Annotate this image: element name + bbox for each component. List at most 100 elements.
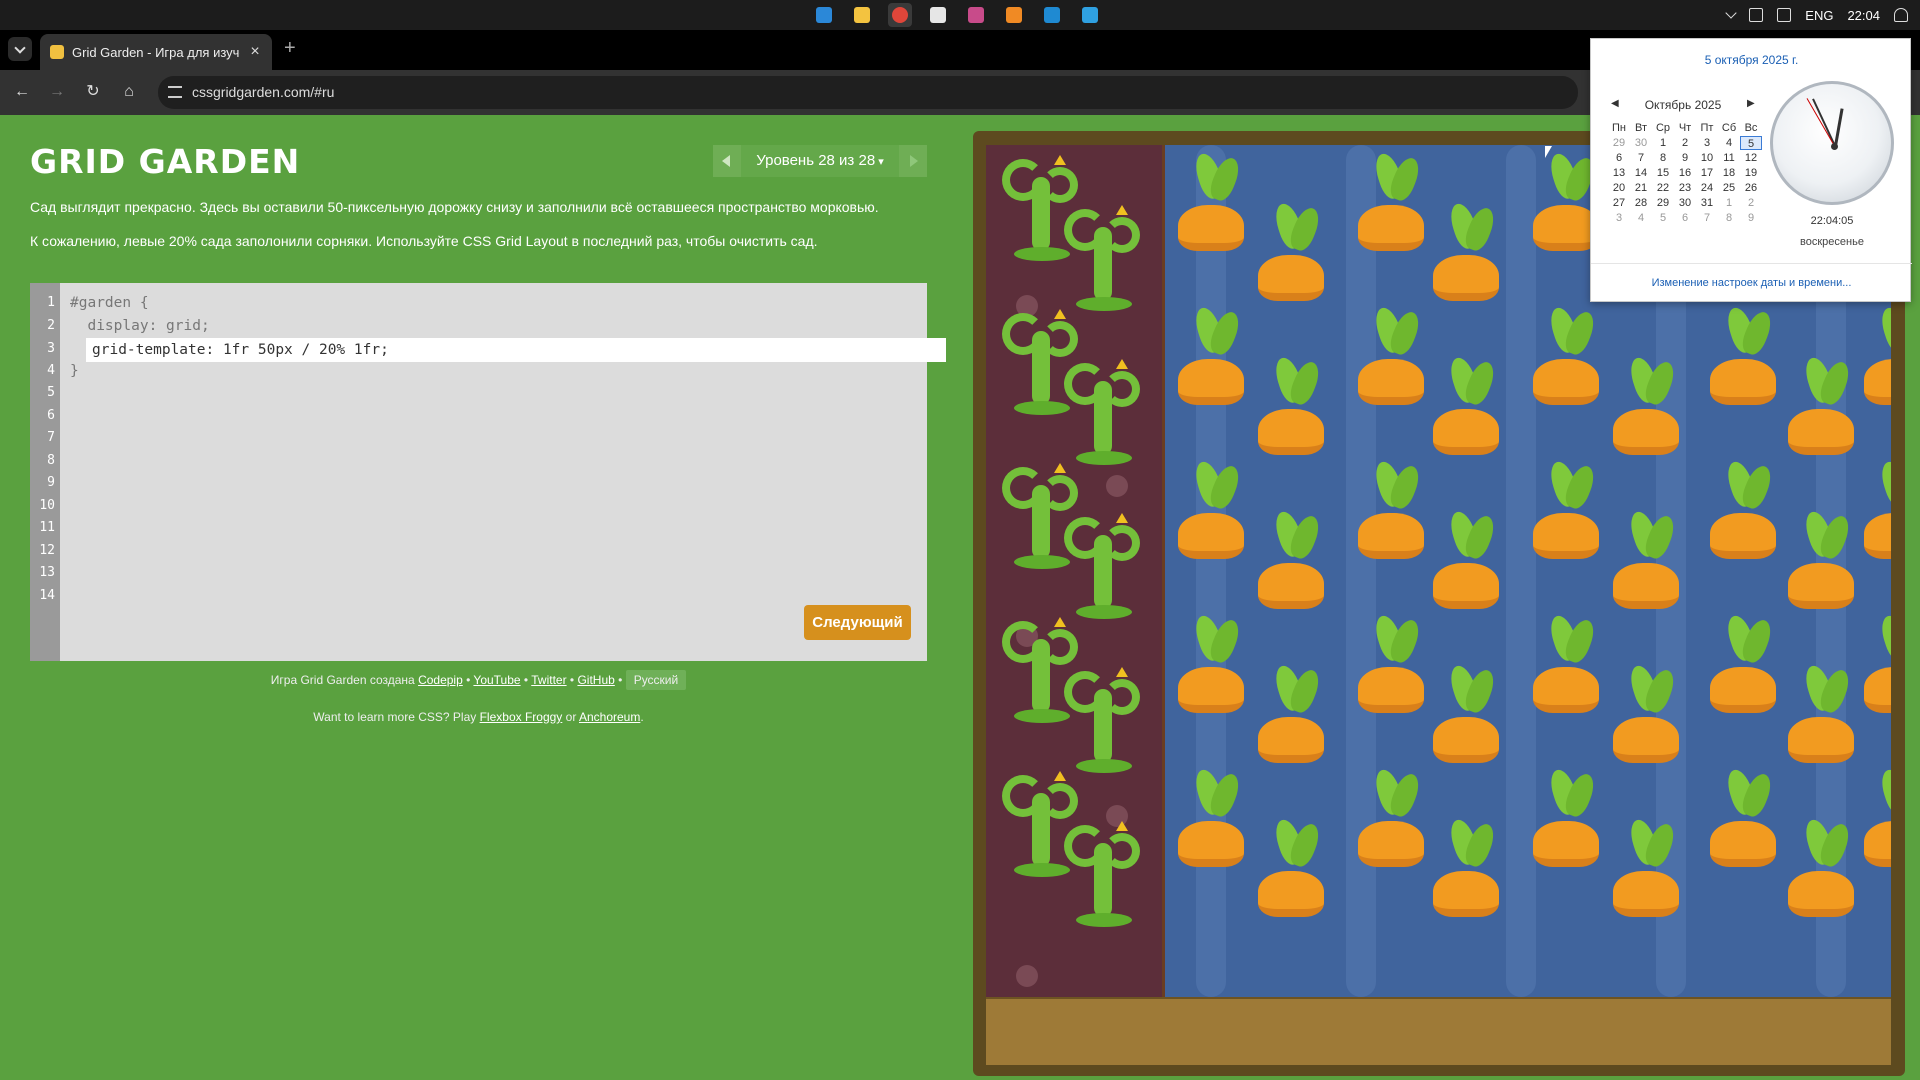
calendar-day[interactable]: 6: [1608, 151, 1630, 165]
calendar-day[interactable]: 8: [1652, 151, 1674, 165]
network-icon[interactable]: [1777, 8, 1792, 22]
youtube-link[interactable]: YouTube: [473, 673, 520, 687]
calendar-day[interactable]: 16: [1674, 166, 1696, 180]
shield-app-icon[interactable]: [926, 3, 950, 27]
tab-search-button[interactable]: [8, 37, 32, 61]
css-code-input[interactable]: [86, 338, 946, 362]
line-number: 14: [39, 588, 55, 603]
calendar-day[interactable]: 29: [1608, 136, 1630, 150]
calendar-day[interactable]: 2: [1674, 136, 1696, 150]
carrot: [1256, 200, 1326, 313]
calendar-day[interactable]: 7: [1696, 211, 1718, 225]
calendar-day[interactable]: 30: [1674, 196, 1696, 210]
calendar-day[interactable]: 12: [1740, 151, 1762, 165]
notification-bell-icon[interactable]: [1894, 8, 1908, 22]
calendar-day[interactable]: 25: [1718, 181, 1740, 195]
instruction-paragraph-1: Сад выглядит прекрасно. Здесь вы оставил…: [30, 199, 879, 215]
file-explorer-icon[interactable]: [850, 3, 874, 27]
calendar-month[interactable]: Октябрь 2025: [1609, 98, 1757, 112]
flexbox-froggy-link[interactable]: Flexbox Froggy: [480, 710, 563, 724]
site-info-icon[interactable]: [168, 86, 182, 98]
calendar-day[interactable]: 27: [1608, 196, 1630, 210]
date-time-settings-link[interactable]: Изменение настроек даты и времени...: [1591, 277, 1912, 289]
calendar-day[interactable]: 14: [1630, 166, 1652, 180]
calendar-day[interactable]: 5: [1652, 211, 1674, 225]
calendar-day[interactable]: 15: [1652, 166, 1674, 180]
carrot: [1356, 458, 1426, 571]
weekday-header: Ср: [1655, 122, 1671, 134]
line-number: 7: [47, 430, 55, 445]
anchoreum-link[interactable]: Anchoreum: [579, 710, 640, 724]
level-selector[interactable]: Уровень 28 из 28: [741, 145, 899, 177]
carrot: [1176, 612, 1246, 725]
calendar-day[interactable]: 1: [1718, 196, 1740, 210]
calendar-day[interactable]: 5: [1740, 136, 1762, 150]
next-level-button[interactable]: Следующий: [804, 605, 911, 640]
github-link[interactable]: GitHub: [577, 673, 614, 687]
calendar-day[interactable]: 9: [1740, 211, 1762, 225]
reload-icon[interactable]: ↻: [83, 82, 103, 102]
speaker-muted-icon[interactable]: [1749, 8, 1764, 22]
calendar-day[interactable]: 2: [1740, 196, 1762, 210]
tab-grid-garden[interactable]: Grid Garden - Игра для изучения CSS Grid…: [40, 34, 272, 70]
calendar-day[interactable]: 22: [1652, 181, 1674, 195]
calendar-day[interactable]: 18: [1718, 166, 1740, 180]
chrome-icon[interactable]: [888, 3, 912, 27]
divider: [1591, 263, 1912, 264]
show-hidden-icons-icon[interactable]: [1725, 7, 1737, 19]
next-month-icon[interactable]: ▶: [1747, 98, 1755, 109]
language-indicator[interactable]: ENG: [1805, 8, 1833, 23]
line-number: 6: [47, 408, 55, 423]
calendar-day[interactable]: 19: [1740, 166, 1762, 180]
carrot: [1531, 612, 1601, 725]
calendar-day[interactable]: 3: [1696, 136, 1718, 150]
grid-app-icon[interactable]: [964, 3, 988, 27]
calendar-day[interactable]: 10: [1696, 151, 1718, 165]
close-tab-icon[interactable]: ×: [248, 44, 262, 60]
carrot: [1611, 508, 1681, 621]
calendar-day[interactable]: 20: [1608, 181, 1630, 195]
calendar-day[interactable]: 11: [1718, 151, 1740, 165]
calendar-day[interactable]: 13: [1608, 166, 1630, 180]
codepip-link[interactable]: Codepip: [418, 673, 463, 687]
new-tab-button[interactable]: +: [284, 38, 296, 58]
previous-level-button[interactable]: [713, 145, 741, 177]
weekday-header: Пт: [1700, 122, 1714, 134]
calendar-day[interactable]: 28: [1630, 196, 1652, 210]
calendar-day[interactable]: 17: [1696, 166, 1718, 180]
calendar-day[interactable]: 9: [1674, 151, 1696, 165]
calendar-day[interactable]: 1: [1652, 136, 1674, 150]
carrot: [1862, 304, 1891, 417]
full-date-link[interactable]: 5 октября 2025 г.: [1591, 53, 1912, 67]
weekday-header: Вс: [1744, 122, 1758, 134]
next-level-arrow-button[interactable]: [899, 145, 927, 177]
learn-more: Want to learn more CSS? Play Flexbox Fro…: [30, 710, 927, 724]
calendar-day[interactable]: 7: [1630, 151, 1652, 165]
calendar-day[interactable]: 4: [1630, 211, 1652, 225]
calendar-day[interactable]: 21: [1630, 181, 1652, 195]
back-arrow-icon[interactable]: ←: [12, 82, 32, 102]
home-icon[interactable]: ⌂: [119, 82, 139, 102]
twitter-link[interactable]: Twitter: [531, 673, 566, 687]
calendar-day[interactable]: 4: [1718, 136, 1740, 150]
calendar-day[interactable]: 31: [1696, 196, 1718, 210]
forward-arrow-icon[interactable]: →: [47, 82, 67, 102]
sublime-icon[interactable]: [1002, 3, 1026, 27]
calendar-day[interactable]: 23: [1674, 181, 1696, 195]
calendar-day[interactable]: 29: [1652, 196, 1674, 210]
address-bar[interactable]: cssgridgarden.com/#ru: [158, 76, 1578, 109]
carrot: [1256, 354, 1326, 467]
carrot: [1786, 816, 1856, 929]
calendar-day[interactable]: 30: [1630, 136, 1652, 150]
calendar-day[interactable]: 3: [1608, 211, 1630, 225]
calendar-day[interactable]: 8: [1718, 211, 1740, 225]
taskbar-clock[interactable]: 22:04: [1847, 8, 1880, 23]
calendar-day[interactable]: 24: [1696, 181, 1718, 195]
instruction-paragraph-2: К сожалению, левые 20% сада заполонили с…: [30, 233, 818, 249]
photo-app-icon[interactable]: [1078, 3, 1102, 27]
vscode-icon[interactable]: [1040, 3, 1064, 27]
start-icon[interactable]: [812, 3, 836, 27]
calendar-day[interactable]: 26: [1740, 181, 1762, 195]
language-selector[interactable]: Русский: [625, 670, 687, 690]
calendar-day[interactable]: 6: [1674, 211, 1696, 225]
